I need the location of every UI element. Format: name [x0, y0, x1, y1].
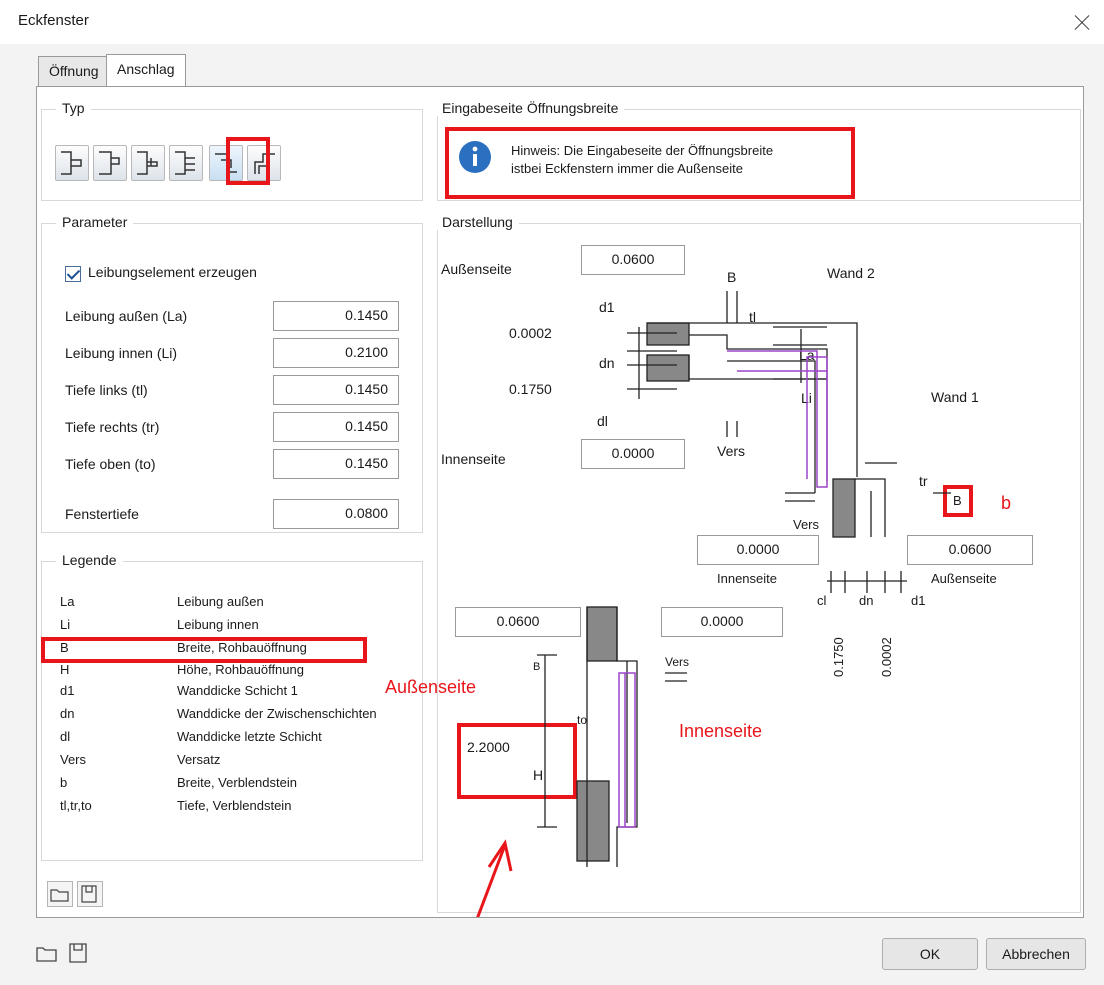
tab-anschlag[interactable]: Anschlag: [106, 54, 186, 86]
ok-button[interactable]: OK: [882, 938, 978, 970]
cancel-button[interactable]: Abbrechen: [986, 938, 1086, 970]
annotation-arrow: [476, 839, 513, 917]
close-icon[interactable]: [1060, 0, 1104, 44]
construction-drawing: [476, 291, 951, 917]
tab-panel-anschlag: Typ Parameter Leibungselement erzeugen L…: [36, 86, 1084, 918]
footer-open-icon[interactable]: [34, 940, 60, 966]
dialog-title: Eckfenster: [18, 12, 89, 29]
section-view-drawing: [537, 606, 687, 867]
title-bar: Eckfenster: [0, 0, 1104, 44]
eckfenster-dialog: Eckfenster Öffnung Anschlag Typ Paramete…: [0, 0, 1104, 985]
tab-oeffnung[interactable]: Öffnung: [38, 56, 110, 86]
plan-view-reveal: [727, 350, 828, 488]
plan-view-drawing: [627, 291, 951, 593]
footer-save-icon[interactable]: [66, 940, 92, 966]
